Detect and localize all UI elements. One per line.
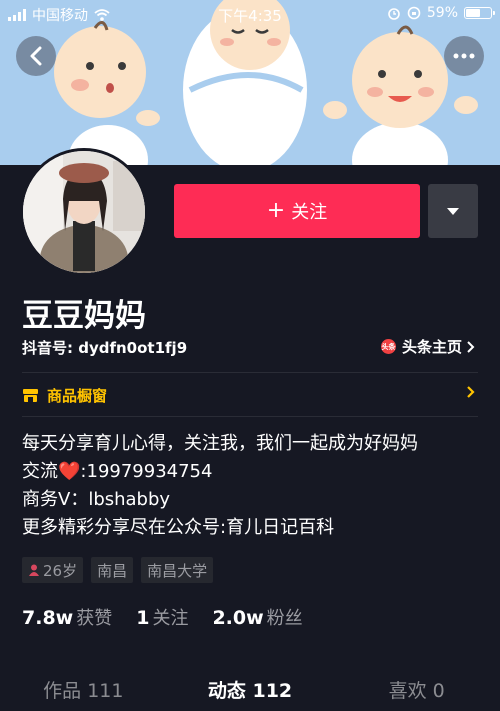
school-label: 南昌大学 [147,561,208,580]
likes-stat: 7.8w 获赞 [22,604,112,630]
heart-icon: ❤️ [58,461,81,482]
profile-stats: 7.8w 获赞 1 关注 2.0w 粉丝 [22,604,303,630]
chevron-left-icon [30,46,42,66]
likes-label: 获赞 [76,608,113,629]
female-icon [29,564,39,576]
city-label: 南昌 [97,561,128,580]
triangle-down-icon [447,207,459,215]
fans-count: 2.0w [212,607,264,629]
tab-activity[interactable]: 动态 112 [167,676,334,711]
battery-level [466,9,480,17]
tab-works[interactable]: 作品 111 [0,676,167,711]
plus-icon: + [266,198,286,223]
following-stat[interactable]: 1 关注 [136,604,188,630]
tab-likes[interactable]: 喜欢 0 [333,676,500,711]
toutiao-icon: 头条 [380,339,396,354]
fans-stat[interactable]: 2.0w 粉丝 [212,604,302,630]
more-dots-icon [453,53,475,59]
bio-line: 交流❤️:19979934754 [22,458,418,486]
bio-text: 交流 [22,461,58,482]
bio-line: 更多精彩分享尽在公众号:育儿日记百科 [22,517,335,538]
bio-text: :19979934754 [80,461,213,482]
avatar[interactable] [20,148,148,276]
school-tag: 南昌大学 [141,557,214,583]
city-tag: 南昌 [91,557,134,583]
more-button[interactable] [444,36,484,76]
showcase-chevron-right-icon[interactable] [466,385,476,399]
battery-icon [464,7,495,19]
profile-tabs: 作品 111 动态 112 喜欢 0 [0,676,500,711]
age-tag: 26岁 [22,557,84,583]
likes-count: 7.8w [22,607,74,629]
profile-tags: 26岁 南昌 南昌大学 [22,557,214,583]
fans-label: 粉丝 [266,608,303,629]
profile-name: 豆豆妈妈 [22,298,146,334]
shop-icon [23,389,38,402]
following-label: 关注 [152,608,189,629]
rotation-lock-icon [407,6,421,20]
status-right: 59% [387,5,495,21]
status-bar: 中国移动 下午4:35 59% [0,0,500,28]
toutiao-label: 头条主页 [401,338,462,356]
divider [22,416,478,417]
product-showcase-link[interactable]: 商品橱窗 [22,385,107,406]
bio-line: 每天分享育儿心得，关注我，我们一起成为好妈妈 [22,433,418,454]
chevron-right-icon [467,340,475,353]
bio: 每天分享育儿心得，关注我，我们一起成为好妈妈 交流❤️:19979934754 … [22,430,418,542]
divider [22,372,478,373]
douyin-id: 抖音号: dydfn0ot1fj9 [22,339,188,357]
back-button[interactable] [16,36,56,76]
alarm-icon [388,8,400,20]
avatar-photo [23,151,145,273]
age-label: 26岁 [43,561,78,580]
toutiao-homepage-link[interactable]: 头条 头条主页 [380,336,476,357]
bio-line: 商务V：lbshabby [22,489,171,510]
following-count: 1 [136,607,150,629]
showcase-label: 商品橱窗 [47,387,108,405]
follow-label: 关注 [291,202,328,223]
recommend-dropdown-button[interactable] [428,184,478,238]
battery-percent: 59% [426,5,458,21]
follow-button[interactable]: + 关注 [174,184,420,238]
